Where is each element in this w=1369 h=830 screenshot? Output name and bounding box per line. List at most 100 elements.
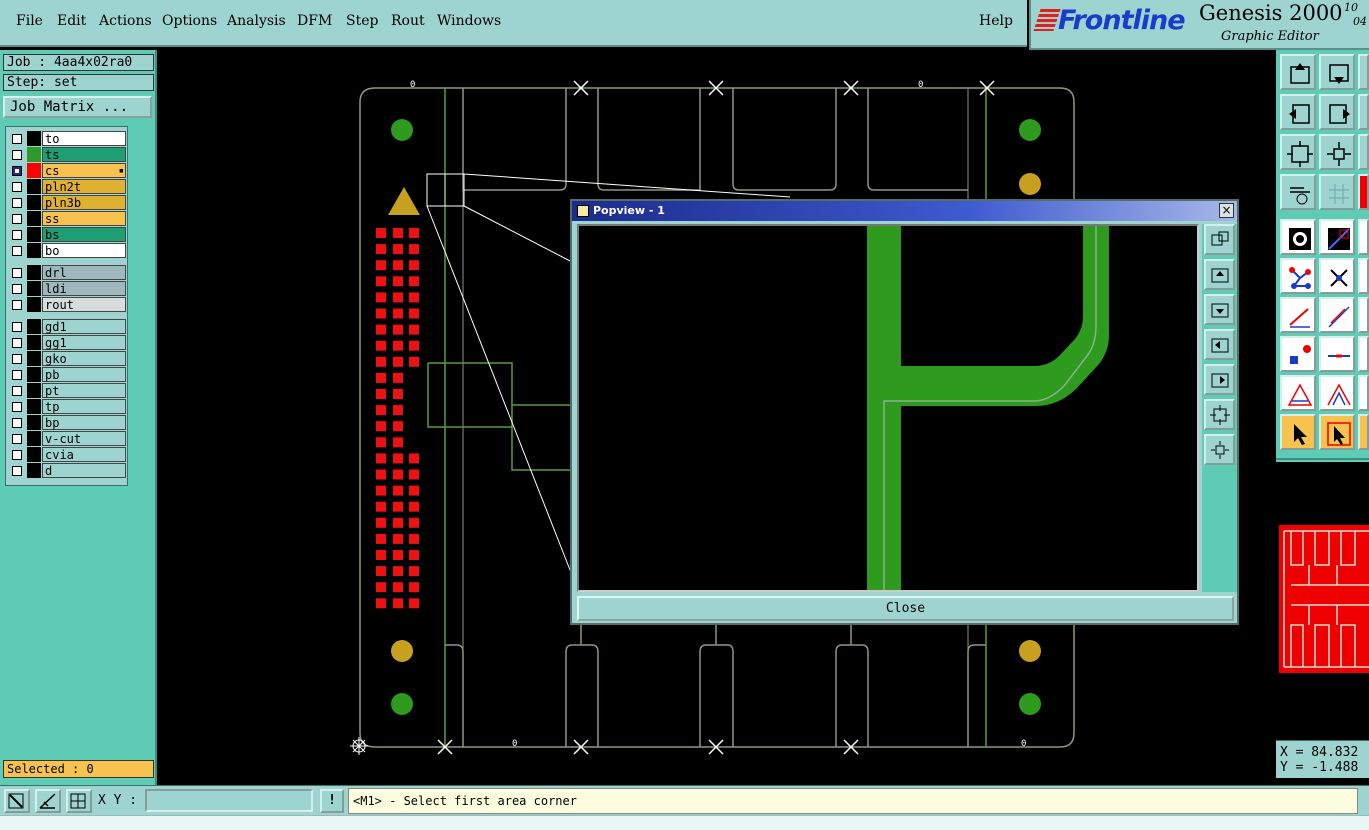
layer-name[interactable]: drl	[42, 265, 126, 280]
layer-row-bs[interactable]: bs	[8, 227, 126, 243]
layer-color-swatch[interactable]	[27, 179, 41, 194]
zoom-window-button[interactable]	[1280, 134, 1316, 170]
layer-color-swatch[interactable]	[27, 131, 41, 146]
layer-name[interactable]: gg1	[42, 335, 126, 350]
layer-checkbox[interactable]	[12, 246, 22, 256]
layer-checkbox[interactable]	[12, 198, 22, 208]
view-bottom-button[interactable]	[1319, 54, 1355, 90]
layer-row-pln3b[interactable]: pln3b	[8, 195, 126, 211]
info-button[interactable]: !	[320, 789, 344, 813]
tool-button-clipped[interactable]	[1358, 375, 1369, 411]
layer-checkbox[interactable]	[12, 386, 22, 396]
layer-checkbox[interactable]	[12, 450, 22, 460]
layer-name[interactable]: cvia	[42, 447, 126, 462]
layer-color-swatch[interactable]	[27, 265, 41, 280]
layer-row-to[interactable]: to	[8, 131, 126, 147]
edit-surface-button[interactable]	[1319, 375, 1355, 411]
layer-row-pt[interactable]: pt	[8, 383, 126, 399]
layer-name[interactable]: pt	[42, 383, 126, 398]
layer-row-pb[interactable]: pb	[8, 367, 126, 383]
layer-checkbox[interactable]	[12, 354, 22, 364]
tool-button-clipped[interactable]	[1358, 134, 1369, 170]
layer-checkbox[interactable]	[12, 466, 22, 476]
layer-color-swatch[interactable]	[27, 415, 41, 430]
delete-node-button[interactable]	[1319, 258, 1355, 294]
add-line-button[interactable]	[1280, 297, 1316, 333]
layer-checkbox[interactable]	[12, 166, 22, 176]
layer-row-gko[interactable]: gko	[8, 351, 126, 367]
layer-row-tp[interactable]: tp	[8, 399, 126, 415]
layer-checkbox[interactable]	[12, 182, 22, 192]
layer-row-bp[interactable]: bp	[8, 415, 126, 431]
layer-checkbox[interactable]	[12, 214, 22, 224]
layer-name[interactable]: pln3b	[42, 195, 126, 210]
layer-name[interactable]: ldi	[42, 281, 126, 296]
layer-color-swatch[interactable]	[27, 367, 41, 382]
node-edit-button[interactable]	[1280, 258, 1316, 294]
menu-edit[interactable]: Edit	[57, 13, 86, 29]
layer-color-swatch[interactable]	[27, 163, 41, 178]
popview-close-icon[interactable]: ×	[1219, 203, 1234, 218]
layer-checkbox[interactable]	[12, 268, 22, 278]
line-select-button[interactable]	[1319, 219, 1355, 255]
zoom-fit-button[interactable]	[1204, 224, 1235, 255]
layer-name[interactable]: bo	[42, 243, 126, 258]
menu-step[interactable]: Step	[346, 13, 378, 29]
add-pad-button[interactable]	[1280, 336, 1316, 372]
layer-color-swatch[interactable]	[27, 211, 41, 226]
window-menu-icon[interactable]	[577, 205, 589, 217]
layer-color-swatch[interactable]	[27, 147, 41, 162]
layer-checkbox[interactable]	[12, 418, 22, 428]
pan-up-button[interactable]	[1204, 259, 1235, 290]
layer-checkbox[interactable]	[12, 370, 22, 380]
layer-name[interactable]: v-cut	[42, 431, 126, 446]
select-box-button[interactable]	[1319, 414, 1355, 450]
layer-row-cvia[interactable]: cvia	[8, 447, 126, 463]
menu-help[interactable]: Help	[979, 13, 1013, 29]
layer-checkbox[interactable]	[12, 230, 22, 240]
view-top-button[interactable]	[1280, 54, 1316, 90]
layer-checkbox[interactable]	[12, 434, 22, 444]
zoom-in-button[interactable]	[1204, 399, 1235, 430]
layer-row-ss[interactable]: ss	[8, 211, 126, 227]
layer-checkbox[interactable]	[12, 134, 22, 144]
pan-down-button[interactable]	[1204, 294, 1235, 325]
xy-input[interactable]	[145, 789, 313, 812]
tool-button-clipped[interactable]	[1358, 94, 1369, 130]
layer-row-drl[interactable]: drl	[8, 265, 126, 281]
menu-actions[interactable]: Actions	[99, 13, 152, 29]
popview-titlebar[interactable]: Popview - 1 ×	[572, 201, 1237, 221]
pan-right-button[interactable]	[1204, 364, 1235, 395]
layer-row-bo[interactable]: bo	[8, 243, 126, 259]
layer-name[interactable]: tp	[42, 399, 126, 414]
layer-name[interactable]: rout	[42, 297, 126, 312]
add-surface-button[interactable]	[1280, 375, 1316, 411]
layer-name[interactable]: ss	[42, 211, 126, 226]
layer-color-swatch[interactable]	[27, 383, 41, 398]
view-left-button[interactable]	[1280, 94, 1316, 130]
layer-color-swatch[interactable]	[27, 319, 41, 334]
layer-name[interactable]: gd1	[42, 319, 126, 334]
layer-row-pln2t[interactable]: pln2t	[8, 179, 126, 195]
zoom-home-button[interactable]	[1319, 134, 1355, 170]
menu-windows[interactable]: Windows	[437, 13, 501, 29]
move-line-button[interactable]	[1319, 297, 1355, 333]
layer-color-swatch[interactable]	[27, 351, 41, 366]
layer-name[interactable]: pln2t	[42, 179, 126, 194]
layer-checkbox[interactable]	[12, 150, 22, 160]
layer-checkbox[interactable]	[12, 322, 22, 332]
layer-name[interactable]: bp	[42, 415, 126, 430]
layer-row-ldi[interactable]: ldi	[8, 281, 126, 297]
measure-tool-button[interactable]	[1280, 174, 1316, 210]
tool-button-clipped[interactable]	[1358, 414, 1369, 450]
layer-name[interactable]: bs	[42, 227, 126, 242]
menu-analysis[interactable]: Analysis	[227, 13, 286, 29]
tool-button-clipped[interactable]	[1358, 336, 1369, 372]
split-line-button[interactable]	[1319, 336, 1355, 372]
grid-mode-icon[interactable]	[66, 789, 92, 813]
layer-row-ts[interactable]: ts	[8, 147, 126, 163]
select-pointer-button[interactable]	[1280, 414, 1316, 450]
tool-button-clipped[interactable]	[1358, 258, 1369, 294]
layer-color-swatch[interactable]	[27, 431, 41, 446]
tool-button-clipped[interactable]	[1358, 54, 1369, 90]
